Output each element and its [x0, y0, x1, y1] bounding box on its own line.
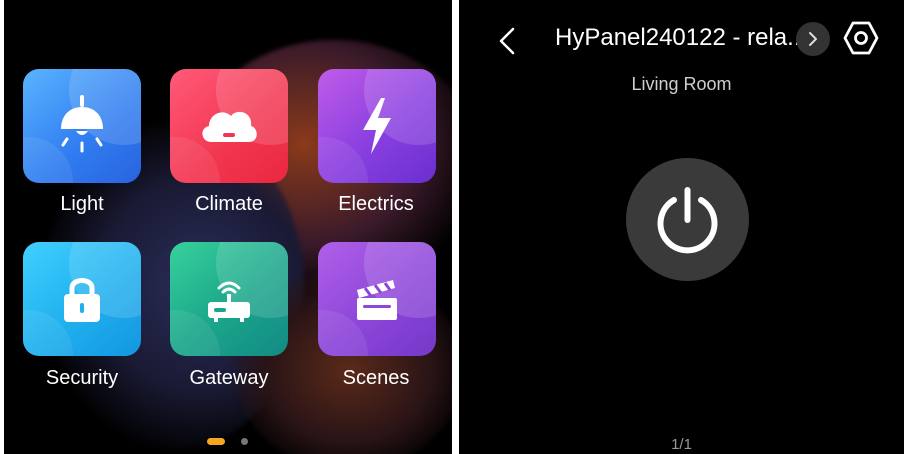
tile-electrics[interactable]	[318, 69, 436, 183]
clapperboard-icon	[357, 280, 397, 320]
cloud-icon	[202, 111, 257, 142]
power-icon	[657, 187, 718, 254]
tile-label-scenes: Scenes	[342, 367, 410, 389]
settings-hexagon-icon[interactable]	[843, 20, 879, 56]
back-chevron-icon[interactable]	[497, 26, 517, 56]
tile-gateway[interactable]	[170, 242, 288, 356]
page-dot-active[interactable]	[207, 438, 225, 445]
page-dot[interactable]	[241, 438, 248, 445]
lightning-bolt-icon	[363, 98, 391, 154]
lamp-icon	[61, 95, 103, 153]
tile-label-gateway: Gateway	[189, 367, 269, 389]
lock-icon	[64, 278, 100, 322]
device-control-screen: HyPanel240122 - rela... Living Room 1/1	[459, 0, 904, 454]
tile-label-light: Light	[60, 193, 104, 215]
room-name: Living Room	[631, 74, 732, 94]
tile-label-climate: Climate	[195, 193, 263, 215]
power-button[interactable]	[626, 158, 749, 281]
tile-light[interactable]	[23, 69, 141, 183]
tile-climate[interactable]	[170, 69, 288, 183]
chevron-right-icon	[809, 32, 817, 46]
home-screen: Light Climate Electrics Security Gateway…	[4, 0, 452, 454]
tile-scenes[interactable]	[318, 242, 436, 356]
device-title: HyPanel240122 - rela...	[555, 24, 808, 51]
tile-label-electrics: Electrics	[338, 193, 414, 215]
router-icon	[208, 281, 250, 322]
tile-security[interactable]	[23, 242, 141, 356]
next-device-button[interactable]	[796, 22, 830, 56]
page-indicator: 1/1	[671, 436, 692, 453]
tile-label-security: Security	[45, 367, 119, 389]
